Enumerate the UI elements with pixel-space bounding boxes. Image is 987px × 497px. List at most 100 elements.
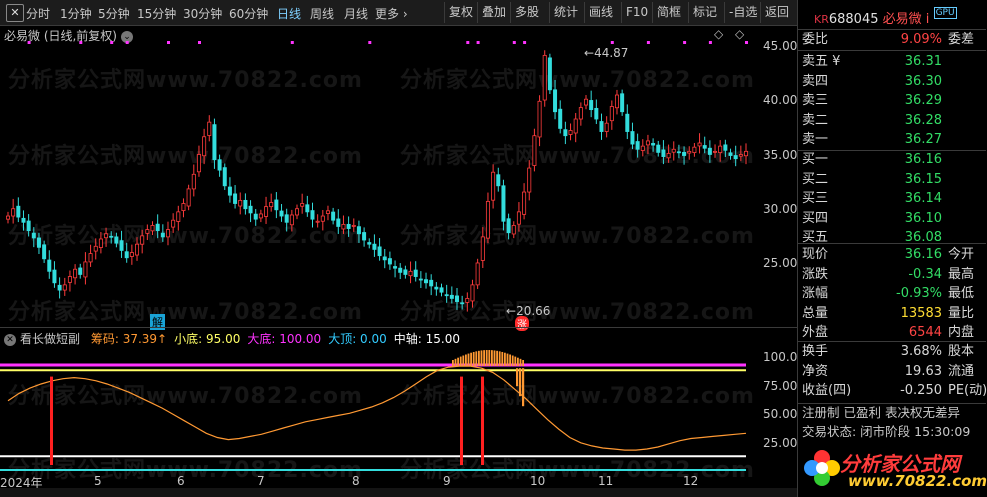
y-axis-label: 40.00 (763, 93, 798, 107)
candle-body (104, 233, 109, 239)
candle-body (733, 155, 738, 160)
candlestick-chart[interactable] (0, 40, 797, 328)
asks-row[interactable]: 卖一 36.27 (802, 130, 942, 150)
candle-body (150, 225, 155, 232)
close-icon[interactable]: ✕ (6, 4, 24, 22)
stats1-row[interactable]: 总量 13583 量比 (802, 304, 974, 324)
candle-body (114, 236, 119, 244)
zhang-badge[interactable]: 涨 (515, 316, 529, 331)
candle-body (26, 220, 31, 232)
chouma-bar (498, 351, 501, 366)
asks-row[interactable]: 卖五 ¥ 36.31 (802, 52, 942, 72)
status-bar (0, 488, 797, 497)
x-axis-tick: 6 (177, 474, 185, 488)
toolbar-button-0[interactable]: 复权 (444, 2, 477, 23)
candle-body (367, 242, 372, 245)
candle-body (243, 199, 248, 210)
candle-body (135, 243, 140, 256)
signal-mark (708, 41, 712, 44)
candle-body (274, 199, 279, 211)
signal-bar (460, 376, 463, 465)
candle-body (372, 243, 377, 250)
bids-row[interactable]: 买一 36.16 (802, 150, 942, 170)
bids-row[interactable]: 买二 36.15 (802, 170, 942, 190)
gpu-badge[interactable]: GPU (933, 7, 957, 19)
candle-body (325, 210, 330, 214)
toolbar-button-6[interactable]: 简框 (652, 2, 685, 23)
indicator-value-0: 筹码: 37.39↑ (90, 332, 168, 346)
y-axis-label: 35.00 (763, 148, 798, 162)
toolbar-item-7[interactable]: 周线 (310, 5, 334, 22)
event-diamond-icon[interactable]: ◇ (714, 27, 723, 41)
asks-row[interactable]: 卖四 36.30 (802, 72, 942, 92)
toolbar-button-7[interactable]: 标记 (688, 2, 721, 23)
candle-body (692, 146, 697, 154)
toolbar-button-9[interactable]: 返回 (760, 2, 793, 23)
indicator-chart[interactable] (0, 345, 797, 473)
candle-body (78, 267, 83, 275)
candle-body (697, 142, 702, 147)
toolbar-item-0[interactable]: 分时 (26, 5, 50, 22)
candle-body (418, 278, 423, 281)
toolbar-item-1[interactable]: 1分钟 (60, 5, 92, 22)
bids-row[interactable]: 买三 36.14 (802, 189, 942, 209)
toolbar-item-9[interactable]: 更多 › (375, 5, 408, 22)
candle-body (57, 284, 62, 291)
stock-tags: 注册制 已盈利 表决权无差异 (802, 405, 960, 420)
toolbar-button-2[interactable]: 多股 (510, 2, 543, 23)
stats1-row[interactable]: 涨跌 -0.34 最高 (802, 265, 974, 285)
toolbar-item-3[interactable]: 15分钟 (137, 5, 176, 22)
candle-body (181, 203, 186, 212)
asks-row[interactable]: 卖二 36.28 (802, 111, 942, 131)
toolbar-button-1[interactable]: 叠加 (477, 2, 510, 23)
toolbar-button-8[interactable]: -自选 (724, 2, 761, 23)
candle-body (661, 149, 666, 157)
candle-body (403, 269, 408, 275)
stats2-row[interactable]: 换手 3.68% 股本 (802, 342, 974, 362)
chouma-bar (506, 353, 509, 366)
close-panel-icon[interactable]: ✕ (4, 333, 16, 346)
asks-row[interactable]: 卖三 36.29 (802, 91, 942, 111)
stats1-row[interactable]: 涨幅 -0.93% 最低 (802, 284, 974, 304)
candle-body (713, 150, 718, 153)
bids-row[interactable]: 买四 36.10 (802, 209, 942, 229)
quote-label-2: 今开 (948, 247, 975, 262)
quote-value: 36.16 (904, 152, 942, 167)
chouma-bar (459, 356, 462, 366)
candle-body (568, 130, 573, 135)
candle-body (532, 135, 537, 166)
toolbar-button-4[interactable]: 画线 (584, 2, 617, 23)
toolbar-item-2[interactable]: 5分钟 (98, 5, 130, 22)
toolbar-item-5[interactable]: 60分钟 (229, 5, 268, 22)
toolbar-item-4[interactable]: 30分钟 (183, 5, 222, 22)
candle-body (573, 118, 578, 134)
candle-body (702, 145, 707, 149)
quote-value: 36.30 (904, 73, 942, 89)
candle-body (202, 136, 207, 157)
stats1-row[interactable]: 现价 36.16 今开 (802, 245, 974, 265)
candle-body (387, 258, 392, 265)
x-axis-tick: 10 (530, 474, 546, 488)
candle-body (620, 93, 625, 113)
quote-label: 买一 (802, 152, 829, 167)
candle-body (666, 153, 671, 159)
candle-body (31, 232, 36, 239)
stats2-row[interactable]: 收益(四) -0.250 PE(动) (802, 381, 987, 401)
candle-body (578, 107, 583, 120)
toolbar-button-3[interactable]: 统计 (549, 2, 582, 23)
candle-body (222, 167, 227, 187)
event-diamond-icon[interactable]: ◇ (735, 27, 744, 41)
candle-body (625, 113, 630, 132)
toolbar-item-6[interactable]: 日线 (277, 5, 301, 22)
candle-body (129, 252, 134, 257)
candle-body (109, 235, 114, 238)
candle-body (119, 240, 124, 251)
candle-body (238, 199, 243, 207)
stats2-row[interactable]: 净资 19.63 流通 (802, 362, 974, 382)
chouma-bar (480, 350, 483, 366)
toolbar-button-5[interactable]: F10 (621, 2, 652, 23)
quote-value: 36.15 (904, 171, 942, 187)
quote-value: 19.63 (904, 363, 942, 379)
signal-mark (167, 41, 170, 44)
toolbar-item-8[interactable]: 月线 (344, 5, 368, 22)
